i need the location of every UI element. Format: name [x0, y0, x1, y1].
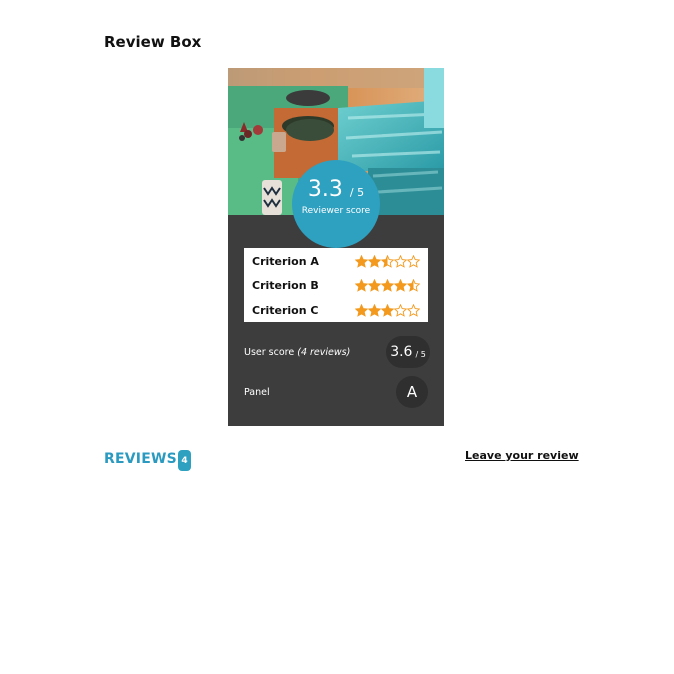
user-score-out-of: / 5 — [415, 349, 426, 359]
star-rating — [355, 254, 420, 268]
star-full-icon — [355, 303, 368, 317]
reviewer-score: 3.3 / 5 — [292, 178, 380, 205]
criteria-list: Criterion A Criterion B Criterion C — [244, 248, 428, 322]
reviewer-score-caption: Reviewer score — [301, 206, 371, 216]
user-score-label-wrap: User score (4 reviews) — [244, 347, 350, 358]
review-box: 3.3 / 5 Reviewer score Criterion A Crite… — [228, 68, 444, 426]
star-full-icon — [368, 254, 381, 268]
star-full-icon — [355, 254, 368, 268]
star-empty-icon — [407, 303, 420, 317]
star-empty-icon — [394, 303, 407, 317]
reviews-heading: REVIEWS — [104, 451, 177, 467]
criterion-row: Criterion C — [252, 300, 420, 320]
criterion-row: Criterion A — [252, 251, 420, 271]
user-score-value: 3.6 — [390, 344, 413, 360]
user-score-count: (4 reviews) — [297, 346, 351, 358]
star-empty-icon — [394, 254, 407, 268]
criterion-label: Criterion B — [252, 278, 319, 292]
panel-badge: A — [396, 376, 428, 408]
leave-review-link[interactable]: Leave your review — [465, 449, 579, 462]
user-score-badge: 3.6 / 5 — [386, 336, 430, 368]
reviewer-score-out-of: / 5 — [349, 186, 365, 199]
reviews-count-badge: 4 — [178, 450, 191, 471]
star-full-icon — [368, 303, 381, 317]
star-rating — [355, 303, 420, 317]
reviewer-score-circle: 3.3 / 5 Reviewer score — [292, 160, 380, 248]
star-empty-icon — [407, 254, 420, 268]
criterion-row: Criterion B — [252, 275, 420, 295]
user-score-row: User score (4 reviews) 3.6 / 5 — [244, 336, 430, 368]
criterion-label: Criterion C — [252, 303, 319, 317]
criterion-label: Criterion A — [252, 254, 319, 268]
star-half-icon — [381, 254, 394, 268]
reviewer-score-value: 3.3 — [307, 177, 343, 202]
star-half-icon — [407, 278, 420, 292]
user-score-label: User score — [244, 346, 295, 358]
panel-label: Panel — [244, 386, 270, 398]
star-rating — [355, 278, 420, 292]
star-full-icon — [381, 278, 394, 292]
star-full-icon — [394, 278, 407, 292]
star-full-icon — [368, 278, 381, 292]
panel-row: Panel A — [244, 376, 428, 408]
star-full-icon — [355, 278, 368, 292]
star-full-icon — [381, 303, 394, 317]
page-title: Review Box — [104, 33, 202, 51]
